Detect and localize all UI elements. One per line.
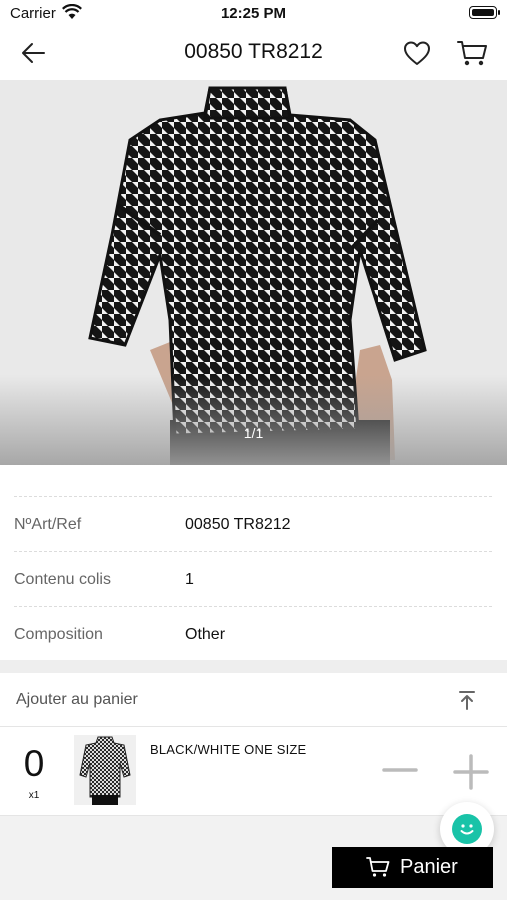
chat-icon [452,814,482,844]
collapse-up-icon[interactable] [456,689,478,711]
cart-icon[interactable] [456,38,488,68]
detail-row-package-content: Contenu colis 1 [14,551,492,606]
detail-row-composition: Composition Other [14,606,492,661]
navigation-bar: 00850 TR8212 [0,26,507,80]
cart-icon [366,857,390,877]
cart-button[interactable]: Panier [332,847,493,888]
detail-value: 00850 TR8212 [185,516,291,533]
product-detail-screen: Carrier 12:25 PM 00850 TR8212 1/1 NºArt/… [0,0,507,900]
detail-row-reference: NºArt/Ref 00850 TR8212 [14,496,492,551]
variant-thumbnail [74,735,136,805]
detail-label: Composition [14,626,103,643]
image-gradient [0,375,507,465]
detail-value: Other [185,626,226,643]
section-divider [0,660,507,673]
product-details: NºArt/Ref 00850 TR8212 Contenu colis 1 C… [0,465,507,660]
back-arrow-icon[interactable] [18,38,48,68]
detail-value: 1 [185,571,194,588]
detail-label: Contenu colis [14,571,111,588]
heart-icon[interactable] [402,38,432,68]
increase-quantity-button[interactable] [452,753,490,791]
quantity-multiplier: x1 [28,790,40,801]
detail-label: NºArt/Ref [14,516,82,533]
battery-icon [469,6,500,19]
variant-name: BLACK/WHITE ONE SIZE [150,742,307,757]
decrease-quantity-button[interactable] [382,755,418,785]
add-to-cart-title: Ajouter au panier [16,691,138,708]
cart-button-label: Panier [400,856,458,878]
variant-row: 0 x1 BLACK/WHITE ONE SIZE [0,727,507,815]
quantity-value: 0 [23,743,45,784]
status-time: 12:25 PM [220,5,287,22]
image-counter: 1/1 [243,425,264,441]
product-image-gallery[interactable]: 1/1 [0,80,507,465]
status-bar: Carrier 12:25 PM [0,0,507,26]
add-to-cart-header[interactable]: Ajouter au panier [0,673,507,727]
page-title: 00850 TR8212 [184,40,323,63]
